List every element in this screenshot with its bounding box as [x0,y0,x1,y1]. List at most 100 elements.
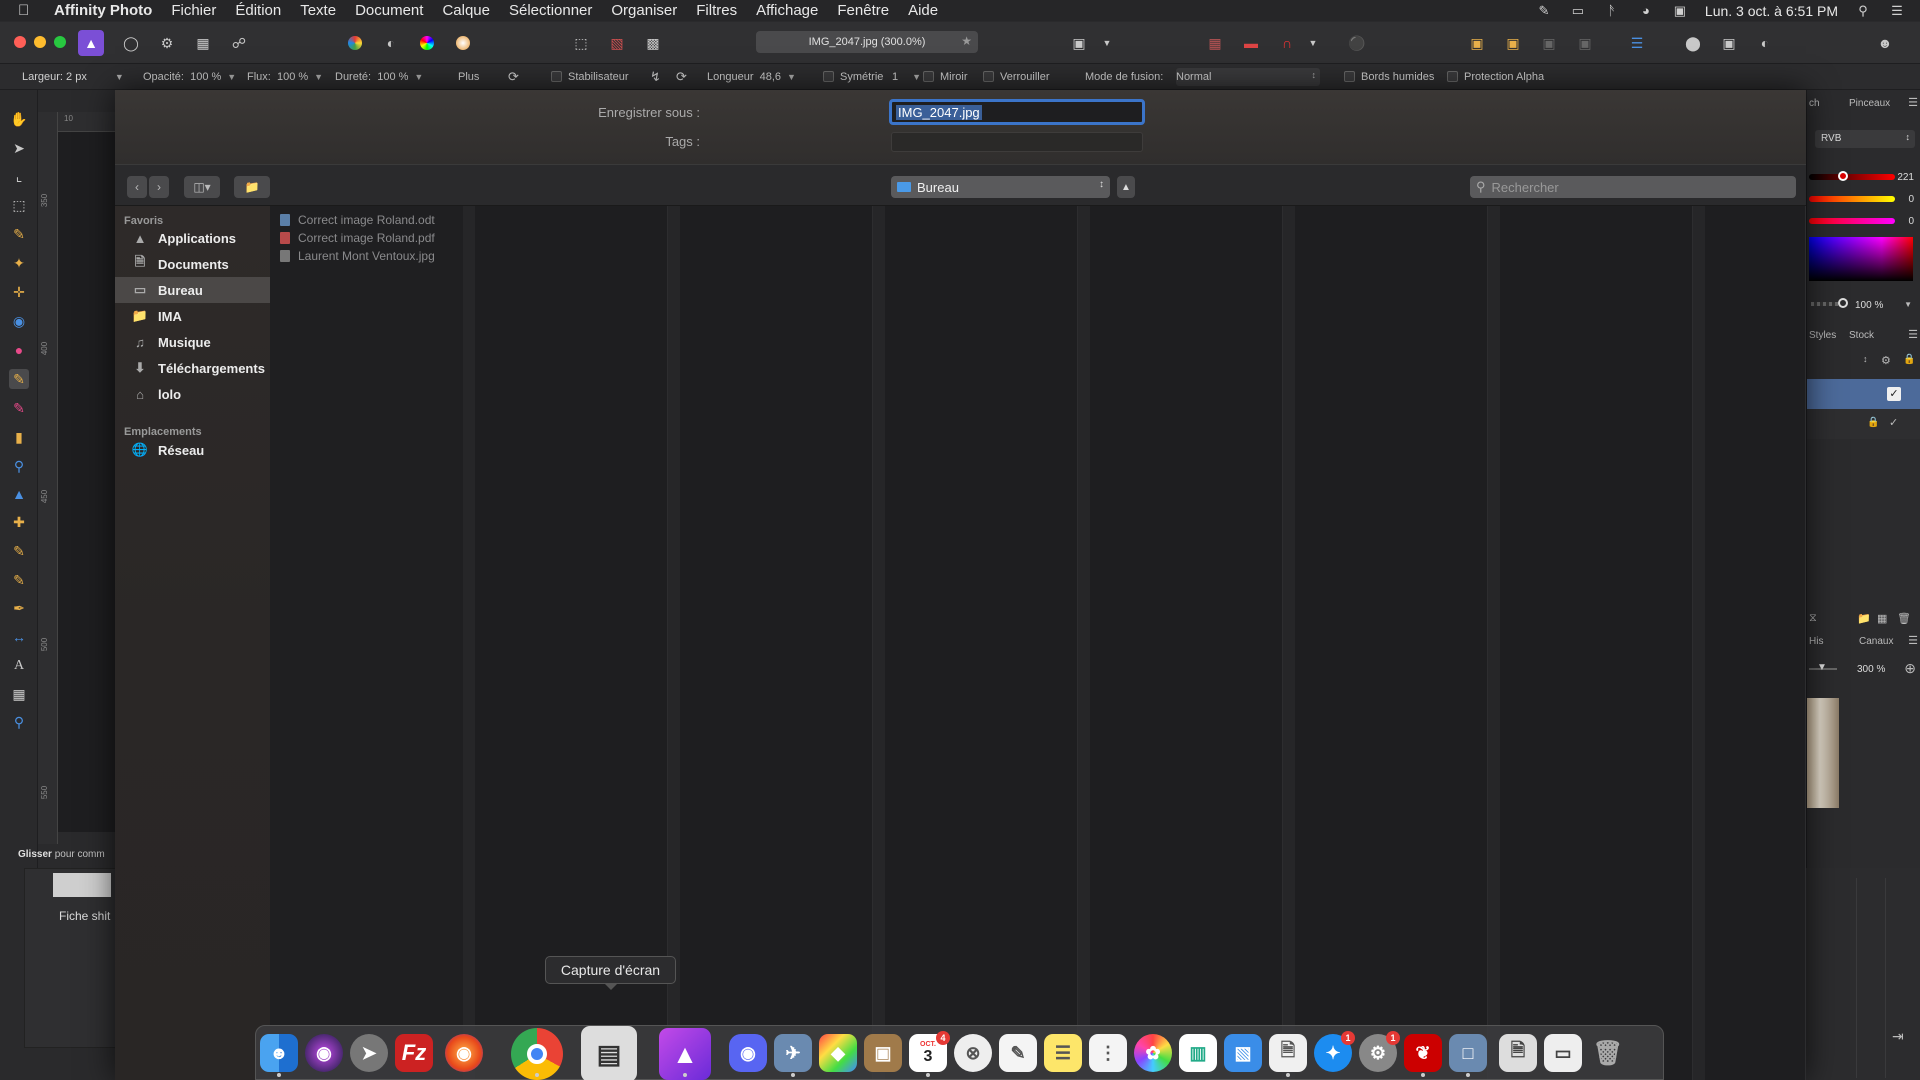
opacity-dropdown-icon[interactable]: ▼ [227,72,236,82]
panel-opacity-value[interactable]: 100 % [1855,300,1883,311]
column-divider[interactable] [1488,206,1500,1080]
sidebar-item-documents[interactable]: 🗎 Documents [115,251,270,277]
layer-row[interactable]: 🔒 ✓ [1807,409,1920,439]
forward-button[interactable]: › [149,176,169,198]
app-store-icon[interactable]: ✦ 1 [1314,1031,1355,1072]
deselect-icon[interactable]: ▧ [604,30,630,56]
acrobat-icon[interactable]: ❦ [1404,1034,1442,1072]
screenshot-icon[interactable]: ▤ [581,1026,637,1080]
column-divider[interactable] [873,206,885,1080]
pressure-icon[interactable]: ⟳ [508,69,519,85]
layer-check-icon[interactable]: ✓ [1889,416,1898,429]
boolean-add-icon[interactable]: ⬤ [1680,30,1706,56]
export-persona-icon[interactable]: ☍ [226,30,252,56]
blemish-tool-icon[interactable]: ✎ [9,541,29,561]
arrange-forward-icon[interactable]: ▣ [1536,30,1562,56]
navigator-preview[interactable] [1807,698,1839,808]
spotlight-icon[interactable]: ⚲ [1854,3,1872,18]
location-select[interactable]: Bureau ↕ [891,176,1110,198]
guides-icon[interactable]: ▬ [1238,30,1264,56]
green-value[interactable]: 0 [1908,194,1914,205]
back-button[interactable]: ‹ [127,176,147,198]
tab-stock[interactable]: Stock [1849,330,1874,341]
clone-tool-icon[interactable]: ▲ [9,484,29,504]
white-balance-icon[interactable] [450,30,476,56]
close-window-button[interactable] [14,36,26,48]
sidebar-item-reseau[interactable]: 🌐 Réseau [115,437,270,463]
tags-input[interactable] [891,132,1143,152]
discord-icon[interactable]: ◉ [729,1034,767,1072]
tab-channels[interactable]: Canaux [1859,636,1893,647]
menu-fichier[interactable]: Fichier [171,2,216,19]
opacity-slider[interactable] [1811,302,1841,306]
flow-dropdown-icon[interactable]: ▼ [314,72,323,82]
lock-icon[interactable]: 🔒 [1903,354,1915,365]
symmetry-dropdown-icon[interactable]: ▼ [912,72,921,82]
wet-edges-checkbox[interactable] [1344,71,1355,82]
zoom-in-icon[interactable]: ⊕ [1904,660,1916,677]
file-item[interactable]: Correct image Roland.odt [280,213,435,227]
documents-stack-icon[interactable]: 🗎 [1499,1034,1537,1072]
file-column[interactable]: Correct image Roland.odt Correct image R… [270,206,475,1080]
apple-icon[interactable]:  [18,2,40,19]
zoom-slider-handle[interactable]: ▼ [1817,662,1827,673]
siri-icon[interactable]: ◉ [305,1034,343,1072]
length-dropdown-icon[interactable]: ▼ [787,72,796,82]
downloads-stack-icon[interactable]: ▭ [1544,1034,1582,1072]
levels-icon[interactable] [342,30,368,56]
canvas[interactable] [58,132,118,832]
crossover-icon[interactable]: ⊗ [954,1034,992,1072]
file-icon[interactable]: 🗎 [1269,1034,1307,1072]
image-capture-icon[interactable]: □ [1449,1034,1487,1072]
adjust-icon[interactable]: ▦ [1877,612,1887,625]
red-slider-handle[interactable] [1838,171,1848,181]
opacity-dropdown-icon[interactable]: ▼ [1904,300,1912,309]
search-input[interactable]: ⚲ Rechercher [1470,176,1796,198]
column-divider[interactable] [1078,206,1090,1080]
menu-selectionner[interactable]: Sélectionner [509,2,592,19]
menu-fenetre[interactable]: Fenêtre [837,2,889,19]
wifi-icon[interactable]: ◕ [1637,3,1655,18]
control-center-icon[interactable]: ☰ [1888,3,1906,18]
hardness-control[interactable]: Dureté: 100 % ▼ [335,71,423,83]
stabilizer-toggle[interactable]: Stabilisateur [551,71,629,83]
menu-texte[interactable]: Texte [300,2,336,19]
trash-icon[interactable]: 🗑 [1897,612,1911,625]
document-tab[interactable]: IMG_2047.jpg (300.0%) ★ [756,31,978,53]
panel-menu-icon[interactable]: ☰ [1908,328,1918,341]
blend-mode-select[interactable]: Normal ↕ [1176,68,1320,86]
firefox-icon[interactable]: ◉ [445,1034,483,1072]
zoom-value[interactable]: 300 % [1857,664,1885,675]
layer-visibility-checkbox[interactable]: ✓ [1887,387,1901,401]
hand-tool-icon[interactable]: ✋ [9,109,29,129]
window-mode-icon[interactable]: ⟳ [676,69,687,85]
length-control[interactable]: Longueur 48,6 ▼ [707,71,796,83]
gear-icon[interactable]: ⚙ [1881,354,1891,367]
file-column[interactable] [680,206,873,1080]
symmetry-checkbox[interactable] [823,71,834,82]
layer-lock-icon[interactable]: 🔒 [1867,417,1879,428]
menu-edition[interactable]: Édition [235,2,281,19]
numbers-icon[interactable]: ▥ [1179,1034,1217,1072]
assistant-icon[interactable]: ⚫ [1344,30,1370,56]
align-icon[interactable]: ☰ [1624,30,1650,56]
collapse-button[interactable]: ▲ [1117,176,1135,198]
liquify-persona-icon[interactable]: ◯ [118,30,144,56]
tab-swatch[interactable]: ch [1809,98,1820,109]
column-divider[interactable] [463,206,475,1080]
photo-persona-icon[interactable]: ▲ [78,30,104,56]
blue-value[interactable]: 0 [1908,216,1914,227]
column-divider[interactable] [1693,206,1705,1080]
node-tool-icon[interactable]: ↔ [9,627,29,647]
paint-brush-icon[interactable]: ✎ [9,369,29,389]
opacity-slider-handle[interactable] [1838,298,1848,308]
pen-tool-icon[interactable]: ✒ [9,598,29,618]
sidebar-item-lolo[interactable]: ⌂ lolo [115,381,270,407]
sidebar-item-applications[interactable]: ▲ Applications [115,225,270,251]
wet-edges-toggle[interactable]: Bords humides [1344,71,1434,83]
trash-icon[interactable]: 🗑 [1589,1034,1627,1072]
marquee-icon[interactable]: ⬚ [568,30,594,56]
calendar-icon[interactable]: OCT. 3 4 [909,1031,950,1072]
tab-history[interactable]: His [1809,636,1823,647]
flood-select-icon[interactable]: ✦ [9,253,29,273]
